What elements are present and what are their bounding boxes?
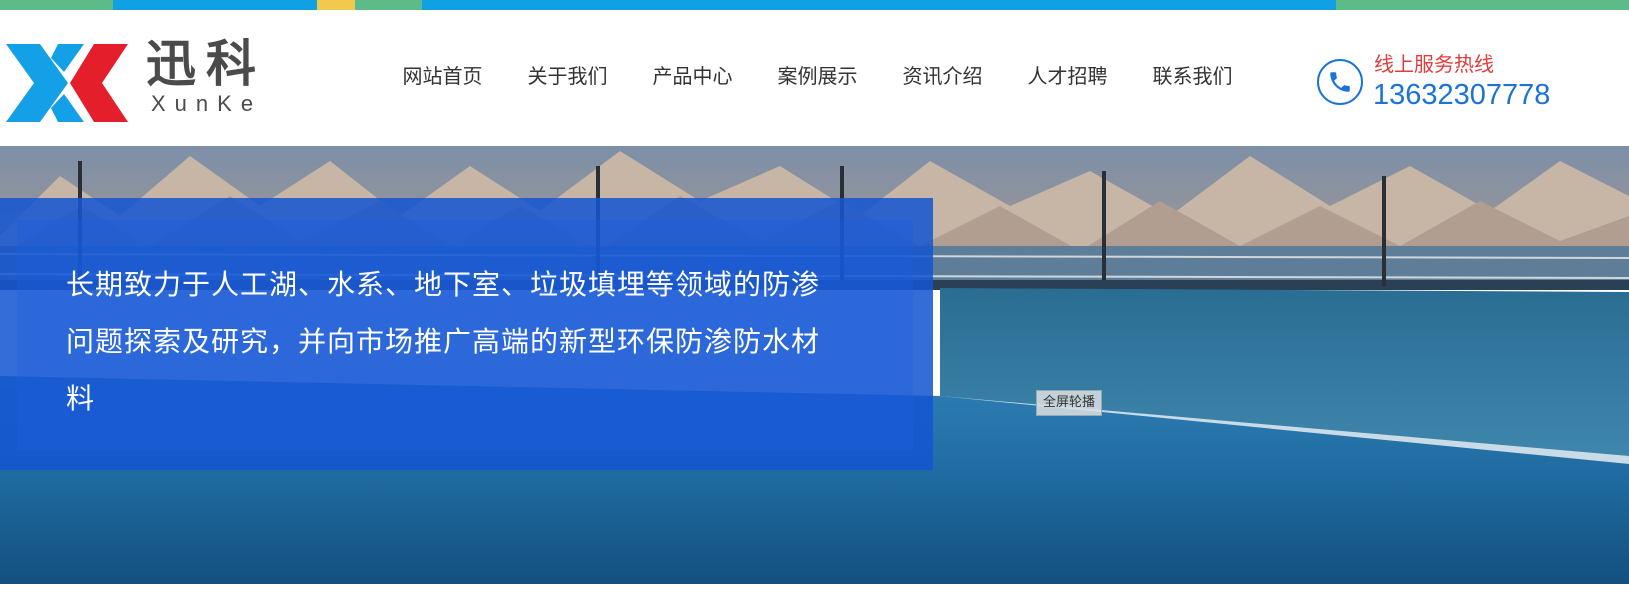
nav-item-contact[interactable]: 联系我们 bbox=[1130, 62, 1255, 90]
strip-segment bbox=[355, 0, 422, 10]
nav-item-about[interactable]: 关于我们 bbox=[505, 62, 630, 90]
strip-segment bbox=[422, 0, 1336, 10]
banner-caption-text: 长期致力于人工湖、水系、地下室、垃圾填埋等领域的防渗问题探索及研究，并向市场推广… bbox=[66, 268, 821, 415]
nav-item-home[interactable]: 网站首页 bbox=[380, 62, 505, 90]
nav-item-products[interactable]: 产品中心 bbox=[630, 62, 755, 90]
strip-segment bbox=[317, 0, 355, 10]
nav-item-careers[interactable]: 人才招聘 bbox=[1005, 62, 1130, 90]
logo-chinese-text: 迅科 bbox=[146, 35, 266, 93]
logo-english-text: XunKe bbox=[151, 91, 263, 116]
strip-segment bbox=[113, 0, 317, 10]
service-hotline: 线上服务热线 13632307778 bbox=[1317, 48, 1617, 111]
site-header: 迅科 XunKe 网站首页 关于我们 产品中心 案例展示 资讯介绍 人才招聘 联… bbox=[0, 10, 1629, 146]
logo[interactable]: 迅科 XunKe bbox=[6, 36, 286, 124]
xk-logo-icon bbox=[6, 44, 128, 122]
strip-segment bbox=[1336, 0, 1629, 10]
phone-icon bbox=[1317, 59, 1363, 105]
hero-banner[interactable]: 长期致力于人工湖、水系、地下室、垃圾填埋等领域的防渗问题探索及研究，并向市场推广… bbox=[0, 146, 1629, 584]
main-nav: 网站首页 关于我们 产品中心 案例展示 资讯介绍 人才招聘 联系我们 bbox=[380, 62, 1255, 90]
hotline-label: 线上服务热线 bbox=[1374, 52, 1494, 76]
fullscreen-carousel-button[interactable]: 全屏轮播 bbox=[1036, 390, 1103, 416]
hotline-number[interactable]: 13632307778 bbox=[1373, 78, 1550, 112]
nav-item-news[interactable]: 资讯介绍 bbox=[880, 62, 1005, 90]
top-color-strip bbox=[0, 0, 1629, 10]
strip-segment bbox=[0, 0, 113, 10]
nav-item-cases[interactable]: 案例展示 bbox=[755, 62, 880, 90]
